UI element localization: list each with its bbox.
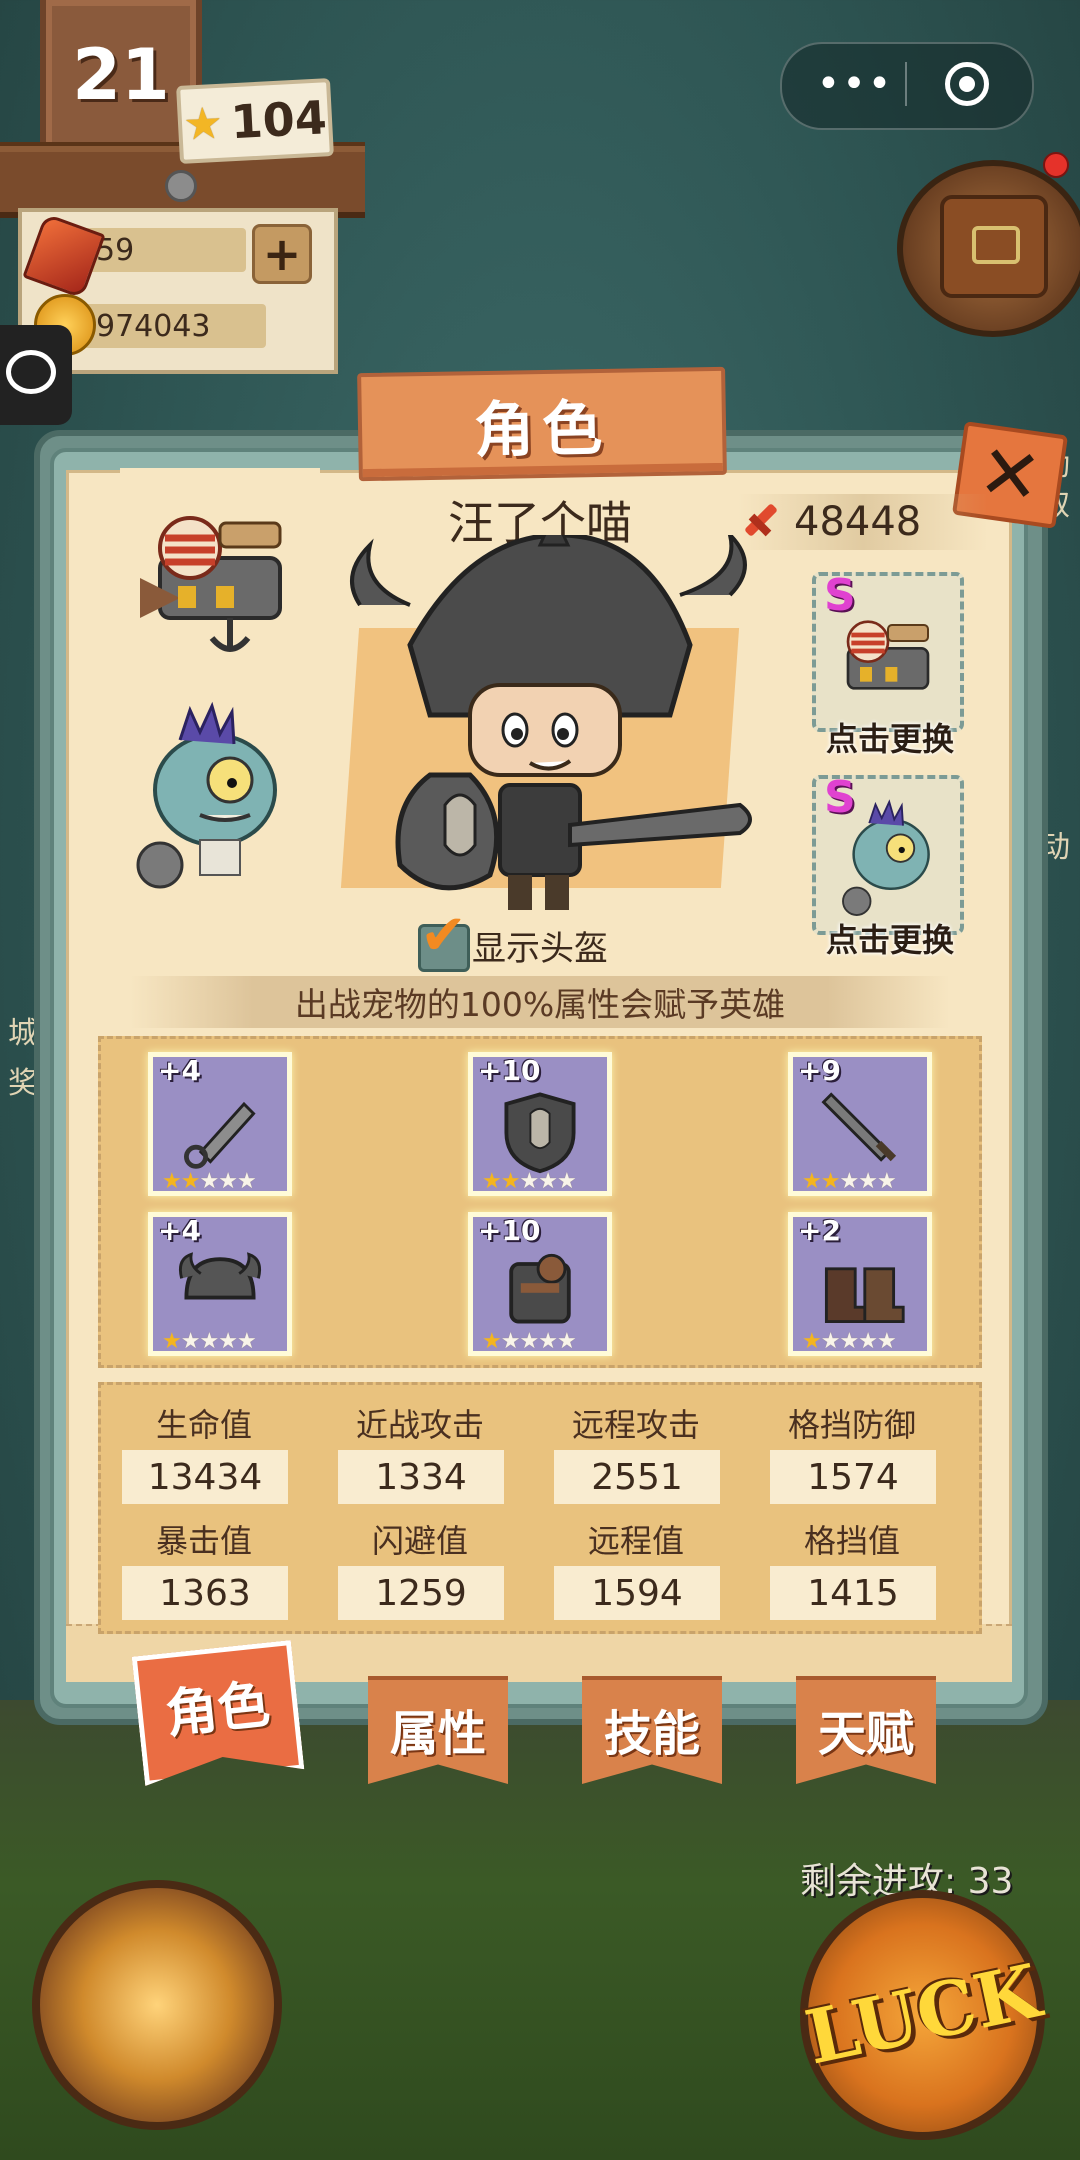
capsule-divider — [905, 62, 907, 106]
slot-1-rank-badge: S — [824, 570, 856, 621]
player-level: 21 — [72, 34, 170, 116]
star-empty-icon: ★ — [199, 1169, 219, 1194]
stat-value: 1415 — [770, 1566, 936, 1620]
stat-value: 2551 — [554, 1450, 720, 1504]
star-empty-icon: ★ — [519, 1329, 539, 1354]
equip-stars-armor: ★★★★★ — [482, 1329, 577, 1354]
star-empty-icon: ★ — [839, 1329, 859, 1354]
stat-value: 1334 — [338, 1450, 504, 1504]
stat-value: 1594 — [554, 1566, 720, 1620]
chat-icon — [6, 350, 56, 394]
star-empty-icon: ★ — [218, 1329, 238, 1354]
star-empty-icon: ★ — [180, 1329, 201, 1354]
star-empty-icon: ★ — [876, 1169, 897, 1194]
stat-label: 格挡防御 — [787, 1406, 916, 1444]
notification-dot — [1043, 152, 1069, 178]
stat-value: 1363 — [122, 1566, 288, 1620]
star-empty-icon: ★ — [858, 1329, 878, 1354]
plank-nail — [165, 170, 197, 202]
stat-label: 闪避值 — [371, 1522, 468, 1560]
star-icon: ★ — [182, 97, 225, 151]
stat-value: 1259 — [338, 1566, 504, 1620]
hero-portrait — [350, 535, 752, 910]
star-filled-icon: ★ — [802, 1329, 822, 1354]
shield-icon — [504, 1092, 576, 1174]
show-helmet-label: 显示头盔 — [472, 928, 608, 969]
equip-level-sword: +9 — [798, 1054, 841, 1087]
star-empty-icon: ★ — [500, 1329, 521, 1354]
equip-stars-sword: ★★★★★ — [802, 1169, 897, 1194]
star-filled-icon: ★ — [820, 1169, 841, 1194]
luck-button[interactable]: LUCK — [798, 1890, 1047, 2140]
equip-stars-dagger: ★★★★★ — [162, 1169, 257, 1194]
stat-label: 生命值 — [155, 1406, 252, 1444]
gem-counter: 59 — [84, 228, 246, 272]
stat-label: 远程攻击 — [571, 1406, 700, 1444]
star-filled-icon: ★ — [500, 1169, 521, 1194]
equipped-ship-pet-icon[interactable] — [120, 468, 320, 668]
star-empty-icon: ★ — [876, 1329, 897, 1354]
star-empty-icon: ★ — [556, 1169, 577, 1194]
equip-stars-helmet: ★★★★★ — [162, 1329, 257, 1354]
stat-label: 暴击值 — [155, 1522, 252, 1560]
stat-label: 远程值 — [587, 1522, 684, 1560]
slot-2-swap-label[interactable]: 点击更换 — [800, 915, 980, 959]
equip-level-shield: +10 — [478, 1054, 541, 1087]
equip-level-helmet: +4 — [158, 1214, 201, 1247]
boots-icon — [824, 1267, 905, 1324]
star-empty-icon: ★ — [218, 1169, 238, 1194]
star-filled-icon: ★ — [162, 1169, 182, 1194]
star-filled-icon: ★ — [482, 1169, 502, 1194]
stat-value: 1574 — [770, 1450, 936, 1504]
star-filled-icon: ★ — [802, 1169, 822, 1194]
equip-level-dagger: +4 — [158, 1054, 201, 1087]
coin-counter: 974043 — [84, 304, 266, 348]
slot-1-swap-label[interactable]: 点击更换 — [800, 714, 980, 758]
lantern-button[interactable] — [32, 1880, 282, 2130]
checkmark-icon: ✔ — [420, 903, 467, 968]
sword-icon — [821, 1092, 897, 1162]
star-empty-icon: ★ — [199, 1329, 219, 1354]
more-options-icon[interactable]: ••• — [800, 42, 910, 126]
dagger-icon — [184, 1101, 256, 1169]
add-gems-button[interactable]: + — [252, 224, 312, 284]
star-empty-icon: ★ — [236, 1169, 257, 1194]
stat-value: 13434 — [122, 1450, 288, 1504]
star-empty-icon: ★ — [538, 1329, 558, 1354]
luck-label: LUCK — [798, 1948, 1047, 2082]
star-filled-icon: ★ — [162, 1329, 182, 1354]
helmet-icon — [178, 1252, 262, 1300]
star-count: 104 — [229, 90, 329, 150]
coin-count: 974043 — [96, 308, 211, 344]
panel-title: 角色 — [357, 366, 727, 482]
equip-stars-shield: ★★★★★ — [482, 1169, 577, 1194]
pet-bonus-banner: 出战宠物的100%属性会赋予英雄 — [130, 976, 950, 1028]
star-empty-icon: ★ — [519, 1169, 539, 1194]
star-empty-icon: ★ — [538, 1169, 558, 1194]
equipped-fish-pet-icon[interactable] — [120, 695, 300, 895]
star-empty-icon: ★ — [820, 1329, 841, 1354]
star-empty-icon: ★ — [839, 1169, 859, 1194]
stat-label: 格挡值 — [803, 1522, 900, 1560]
close-miniprogram-icon[interactable] — [945, 62, 989, 106]
armor-icon — [509, 1253, 571, 1324]
star-filled-icon: ★ — [180, 1169, 201, 1194]
equip-level-boots: +2 — [798, 1214, 841, 1247]
combat-power-value: 48448 — [794, 499, 922, 545]
star-filled-icon: ★ — [482, 1329, 502, 1354]
star-empty-icon: ★ — [556, 1329, 577, 1354]
star-empty-icon: ★ — [236, 1329, 257, 1354]
star-empty-icon: ★ — [858, 1169, 878, 1194]
equip-stars-boots: ★★★★★ — [802, 1329, 897, 1354]
stat-label: 近战攻击 — [355, 1406, 484, 1444]
equip-level-armor: +10 — [478, 1214, 541, 1247]
backpack-clasp — [972, 226, 1020, 264]
star-count-badge: ★ 104 — [176, 78, 334, 164]
slot-2-rank-badge: S — [824, 772, 856, 823]
